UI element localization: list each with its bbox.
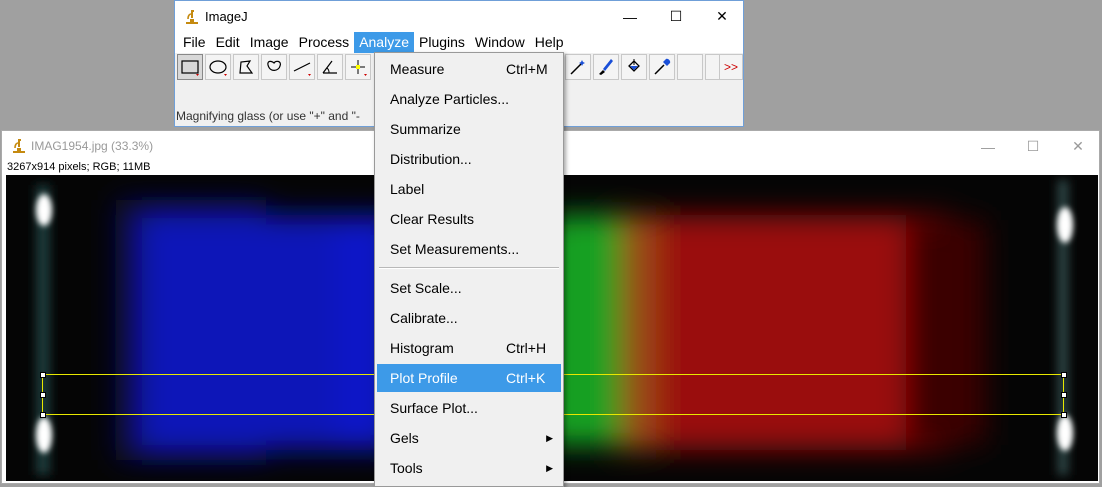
menu-edit[interactable]: Edit bbox=[211, 32, 245, 53]
angle-icon bbox=[322, 60, 337, 74]
menu-bar: File Edit Image Process Analyze Plugins … bbox=[175, 32, 743, 53]
menu-process[interactable]: Process bbox=[294, 32, 355, 53]
menu-surface-plot[interactable]: Surface Plot... bbox=[377, 394, 561, 422]
brush-tool[interactable] bbox=[593, 54, 619, 80]
maximize-icon: ☐ bbox=[1026, 138, 1040, 154]
menu-item-label: Measure bbox=[390, 61, 445, 77]
eyedropper-icon bbox=[654, 58, 671, 75]
menu-label[interactable]: Label bbox=[377, 175, 561, 203]
menu-item-label: Histogram bbox=[390, 340, 454, 356]
rectangle-tool[interactable] bbox=[177, 54, 203, 80]
menu-item-label: Calibrate... bbox=[390, 310, 458, 326]
imagej-titlebar[interactable]: ImageJ — ☐ ✕ bbox=[175, 1, 743, 32]
menu-calibrate[interactable]: Calibrate... bbox=[377, 304, 561, 332]
freehand-icon bbox=[267, 60, 281, 71]
image-info: 3267x914 pixels; RGB; 11MB bbox=[7, 161, 151, 173]
menu-item-label: Label bbox=[390, 181, 425, 197]
window-title: ImageJ bbox=[205, 9, 248, 24]
maximize-icon: ☐ bbox=[669, 8, 683, 24]
angle-tool[interactable] bbox=[317, 54, 343, 80]
microscope-icon bbox=[185, 9, 199, 25]
freehand-tool[interactable] bbox=[261, 54, 287, 80]
menu-item-label: Set Scale... bbox=[390, 280, 462, 296]
menu-set-measurements[interactable]: Set Measurements... bbox=[377, 235, 561, 263]
menu-histogram[interactable]: Histogram Ctrl+H bbox=[377, 334, 561, 362]
point-tool[interactable] bbox=[345, 54, 371, 80]
color-picker-tool[interactable] bbox=[649, 54, 675, 80]
close-icon: ✕ bbox=[716, 8, 728, 24]
crosshair-icon bbox=[351, 60, 367, 76]
menu-item-label: Surface Plot... bbox=[390, 400, 478, 416]
submenu-arrow-icon: ▶ bbox=[546, 462, 553, 473]
menu-window[interactable]: Window bbox=[470, 32, 530, 53]
roi-handle[interactable] bbox=[40, 392, 46, 398]
double-chevron-icon: >> bbox=[723, 60, 738, 74]
paintbrush-icon bbox=[599, 59, 613, 75]
menu-distribution[interactable]: Distribution... bbox=[377, 145, 561, 173]
paint-bucket-icon bbox=[628, 59, 640, 72]
menu-clear-results[interactable]: Clear Results bbox=[377, 205, 561, 233]
close-button[interactable]: ✕ bbox=[699, 1, 745, 32]
menu-gels[interactable]: Gels ▶ bbox=[377, 424, 561, 452]
minimize-icon: — bbox=[981, 138, 995, 155]
menu-item-label: Gels bbox=[390, 430, 419, 446]
minimize-icon: — bbox=[623, 8, 637, 25]
rectangle-icon bbox=[181, 60, 199, 76]
menu-item-shortcut: Ctrl+M bbox=[506, 61, 548, 77]
menu-set-scale[interactable]: Set Scale... bbox=[377, 274, 561, 302]
menu-item-label: Summarize bbox=[390, 121, 461, 137]
microscope-icon bbox=[12, 138, 26, 154]
empty-tool-slot[interactable] bbox=[677, 54, 703, 80]
close-icon: ✕ bbox=[1072, 138, 1084, 154]
polygon-icon bbox=[239, 60, 254, 74]
minimize-button[interactable]: — bbox=[607, 1, 653, 32]
menu-analyze-particles[interactable]: Analyze Particles... bbox=[377, 85, 561, 113]
analyze-dropdown-menu: Measure Ctrl+M Analyze Particles... Summ… bbox=[374, 52, 564, 487]
status-bar: Magnifying glass (or use "+" and "- bbox=[176, 109, 360, 123]
close-button[interactable]: ✕ bbox=[1055, 131, 1101, 162]
menu-item-label: Analyze Particles... bbox=[390, 91, 510, 107]
roi-handle[interactable] bbox=[40, 412, 46, 418]
menu-tools[interactable]: Tools ▶ bbox=[377, 454, 561, 482]
maximize-button[interactable]: ☐ bbox=[653, 1, 699, 32]
menu-item-label: Distribution... bbox=[390, 151, 472, 167]
menu-help[interactable]: Help bbox=[530, 32, 569, 53]
roi-handle[interactable] bbox=[40, 372, 46, 378]
line-icon bbox=[293, 62, 311, 76]
menu-analyze[interactable]: Analyze bbox=[354, 32, 414, 53]
oval-icon bbox=[209, 60, 227, 76]
menu-item-shortcut: Ctrl+H bbox=[506, 340, 547, 356]
menu-item-label: Clear Results bbox=[390, 211, 475, 227]
more-tools-button[interactable]: >> bbox=[719, 54, 743, 80]
roi-handle[interactable] bbox=[1061, 372, 1067, 378]
menu-summarize[interactable]: Summarize bbox=[377, 115, 561, 143]
flood-fill-tool[interactable] bbox=[621, 54, 647, 80]
menu-measure[interactable]: Measure Ctrl+M bbox=[377, 55, 561, 83]
menu-plot-profile[interactable]: Plot Profile Ctrl+K bbox=[377, 364, 561, 392]
submenu-arrow-icon: ▶ bbox=[546, 432, 553, 443]
oval-tool[interactable] bbox=[205, 54, 231, 80]
minimize-button[interactable]: — bbox=[965, 131, 1011, 162]
polygon-tool[interactable] bbox=[233, 54, 259, 80]
menu-file[interactable]: File bbox=[178, 32, 211, 53]
menu-item-label: Plot Profile bbox=[390, 370, 458, 386]
line-tool[interactable] bbox=[289, 54, 315, 80]
maximize-button[interactable]: ☐ bbox=[1010, 131, 1056, 162]
menu-item-label: Set Measurements... bbox=[390, 241, 520, 257]
menu-separator bbox=[379, 267, 559, 269]
menu-plugins[interactable]: Plugins bbox=[414, 32, 470, 53]
menu-item-label: Tools bbox=[390, 460, 423, 476]
wand-tool[interactable] bbox=[565, 54, 591, 80]
roi-handle[interactable] bbox=[1061, 392, 1067, 398]
menu-image[interactable]: Image bbox=[245, 32, 294, 53]
menu-item-shortcut: Ctrl+K bbox=[506, 370, 546, 386]
roi-handle[interactable] bbox=[1061, 412, 1067, 418]
wand-icon bbox=[570, 60, 585, 75]
image-title: IMAG1954.jpg (33.3%) bbox=[31, 139, 154, 153]
